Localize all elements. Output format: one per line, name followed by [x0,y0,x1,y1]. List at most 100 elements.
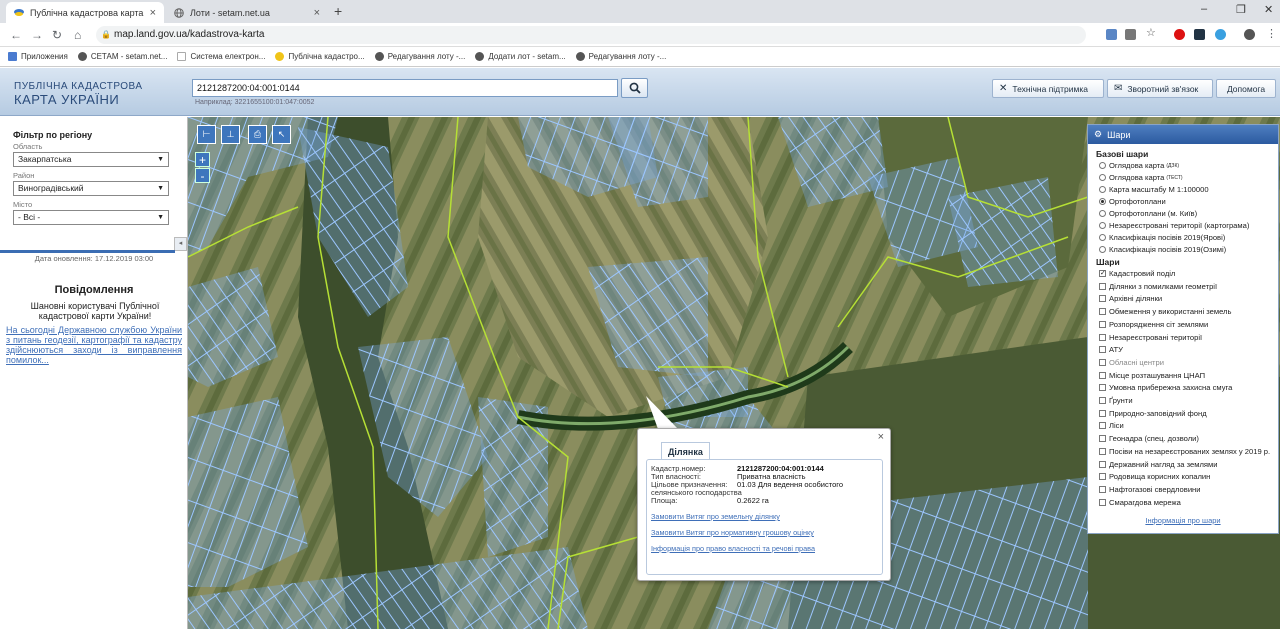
overlay-layer-option[interactable]: Державний нагляд за землями [1099,460,1217,469]
print-icon[interactable]: ⎙ [248,125,267,144]
identify-tool-button[interactable]: ↖ [272,125,291,144]
bookmark-item[interactable]: Система електрон... [177,52,265,61]
checkbox[interactable] [1099,460,1106,468]
tab-close-icon[interactable]: × [314,7,320,19]
help-button[interactable]: Допомога [1216,79,1276,98]
radio-button[interactable] [1099,222,1106,229]
opera-icon[interactable] [1174,29,1185,40]
overlay-layer-option[interactable]: Родовища корисних копалин [1099,472,1210,481]
base-layer-option[interactable]: Оглядова карта (ДЗК) [1099,161,1179,170]
bookmark-item[interactable]: Публічна кадастро... [275,52,365,61]
checkbox[interactable] [1099,333,1106,341]
base-layer-option[interactable]: Незареєстровані території (картограма) [1099,221,1251,230]
account-icon[interactable] [1244,29,1255,40]
checkbox[interactable] [1099,282,1106,290]
base-layer-option[interactable]: Ортофотоплани (м. Київ) [1099,209,1199,218]
collapse-sidebar-button[interactable]: ◂ [174,237,187,251]
layers-header[interactable]: ⚙ Шари [1088,125,1278,144]
parcel-tab[interactable]: Ділянка [661,442,710,460]
checkbox[interactable] [1099,473,1106,481]
checkbox[interactable] [1099,371,1106,379]
tab-close-icon[interactable]: × [150,7,156,19]
overlay-layer-option[interactable]: Обмеження у використанні земель [1099,307,1231,316]
bookmark-item[interactable]: СЕТАМ - setam.net... [77,52,167,61]
order-extract-link[interactable]: Замовити Витяг про земельну ділянку [651,512,780,521]
back-icon[interactable]: ← [10,28,22,42]
radio-button[interactable] [1099,234,1106,241]
overlay-layer-option[interactable]: АТУ [1099,345,1123,354]
feedback-button[interactable]: ✉ Зворотний зв'язок [1107,79,1213,98]
extension-icon[interactable] [1106,29,1117,40]
logo-line1[interactable]: ПУБЛІЧНА КАДАСТРОВА [14,81,143,92]
radio-button[interactable] [1099,198,1106,205]
bookmark-apps[interactable]: Приложения [8,52,68,61]
overlay-layer-option[interactable]: Геонадра (спец. дозволи) [1099,434,1199,443]
ruler-tool-button[interactable]: ⊢ [197,125,216,144]
zoom-out-button[interactable]: - [195,168,210,183]
bookmark-item[interactable]: Додати лот - setam... [475,52,566,61]
radio-button[interactable] [1099,162,1106,169]
checkbox[interactable] [1099,308,1106,316]
radio-button[interactable] [1099,186,1106,193]
search-button[interactable] [621,78,648,98]
tab-kadastr[interactable]: Публічна кадастрова карта Укр × [6,2,164,23]
checkbox[interactable] [1099,485,1106,493]
new-tab-button[interactable]: + [334,3,342,19]
checkbox[interactable] [1099,498,1106,506]
radio-button[interactable] [1099,246,1106,253]
base-layer-option[interactable]: Оглядова карта (ТЕСТ) [1099,173,1183,182]
base-layer-option[interactable]: Карта масштабу М 1:100000 [1099,185,1211,194]
misto-select[interactable]: - Всі - ▼ [13,210,169,225]
base-layer-option[interactable]: Ортофотоплани [1099,197,1168,206]
close-window-icon[interactable]: ✕ [1264,3,1273,16]
oblast-select[interactable]: Закарпатська ▼ [13,152,169,167]
minimize-icon[interactable]: – [1201,3,1207,15]
overlay-layer-option[interactable]: Умовна прибережна захисна смуга [1099,383,1232,392]
zoom-in-button[interactable]: + [195,152,210,167]
checkbox[interactable] [1099,447,1106,455]
radio-button[interactable] [1099,174,1106,181]
layers-info-link[interactable]: Інформація про шари [1088,516,1278,525]
support-button[interactable]: ✕ Технічна підтримка [992,79,1104,98]
message-link[interactable]: На сьогодні Державною службою України з … [6,325,182,365]
checkbox[interactable] [1099,435,1106,443]
maximize-icon[interactable]: ❐ [1236,3,1246,16]
order-valuation-link[interactable]: Замовити Витяг про нормативну грошову оц… [651,528,814,537]
checkbox[interactable] [1099,358,1106,366]
radio-button[interactable] [1099,210,1106,217]
checkbox[interactable] [1099,346,1106,354]
overlay-layer-option[interactable]: Місце розташування ЦНАП [1099,371,1205,380]
menu-icon[interactable]: ⋮ [1266,27,1277,40]
overlay-layer-option[interactable]: Природно-заповідний фонд [1099,409,1207,418]
overlay-layer-option[interactable]: ✓ Кадастровий поділ [1099,269,1175,278]
ownership-info-link[interactable]: Інформація про право власності та речові… [651,544,815,553]
overlay-layer-option[interactable]: Розпорядження сіт землями [1099,320,1208,329]
cadastral-search-input[interactable] [192,79,618,97]
bookmark-item[interactable]: Редагування лоту -... [575,52,666,61]
forward-icon[interactable]: → [31,28,43,42]
checkbox[interactable] [1099,397,1106,404]
chart-extension-icon[interactable] [1194,29,1205,40]
tab-setam[interactable]: Лоти - setam.net.ua × [166,2,328,23]
checkbox[interactable] [1099,409,1106,417]
overlay-layer-option[interactable]: Ґрунти [1099,396,1133,405]
checkbox[interactable] [1099,295,1106,303]
rayon-select[interactable]: Виноградівський ▼ [13,181,169,196]
overlay-layer-option[interactable]: Ліси [1099,421,1124,430]
overlay-layer-option[interactable]: Обласні центри [1099,358,1164,367]
base-layer-option[interactable]: Класифікація посівів 2019(Озимі) [1099,245,1228,254]
url-input[interactable]: 🔒 map.land.gov.ua/kadastrova-karta [96,26,1086,44]
base-layer-option[interactable]: Класифікація посівів 2019(Ярові) [1099,233,1227,242]
area-tool-button[interactable]: ⊥ [221,125,240,144]
checkbox[interactable] [1099,320,1106,328]
overlay-layer-option[interactable]: Нафтогазові свердловини [1099,485,1201,494]
checkbox[interactable] [1099,422,1106,430]
overlay-layer-option[interactable]: Архівні ділянки [1099,294,1162,303]
reload-icon[interactable]: ↻ [52,28,62,42]
overlay-layer-option[interactable]: Смарагдова мережа [1099,498,1181,507]
translate-icon[interactable] [1125,29,1136,40]
home-icon[interactable]: ⌂ [74,28,81,42]
overlay-layer-option[interactable]: Посіви на незареєстрованих землях у 2019… [1099,447,1270,456]
star-icon[interactable]: ☆ [1146,26,1157,39]
overlay-layer-option[interactable]: Незареєстровані території [1099,333,1202,342]
